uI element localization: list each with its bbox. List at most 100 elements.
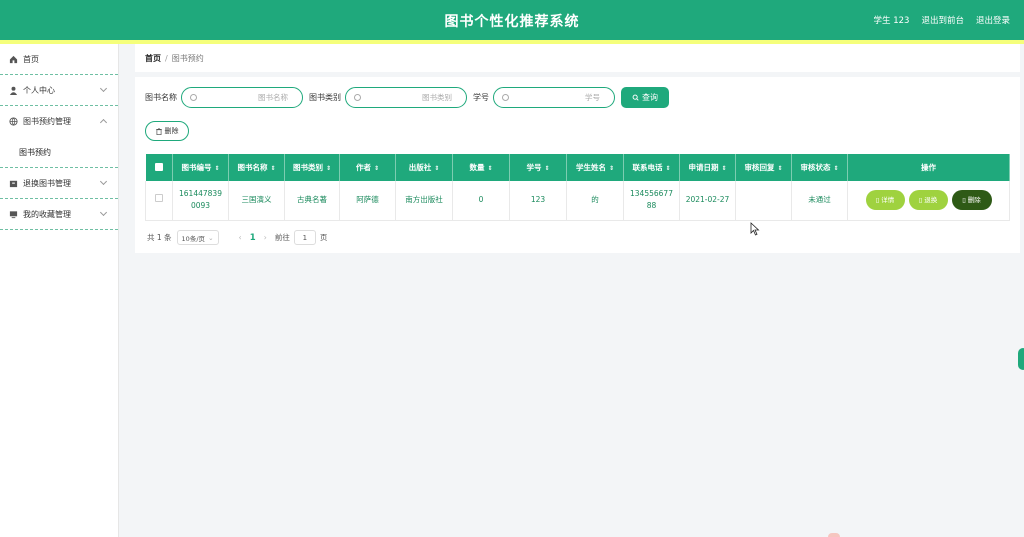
col-header[interactable]: 作者 ⇕ <box>339 154 396 181</box>
input-placeholder: 图书类别 <box>422 93 452 102</box>
col-header[interactable]: 审核状态 ⇕ <box>791 154 848 181</box>
select-all-checkbox[interactable] <box>145 154 173 181</box>
user-icon <box>9 86 18 95</box>
sort-icon: ⇕ <box>373 164 380 172</box>
pagination: 共 1 条 10条/页 ⌄ ‹ 1 › 前往 1 页 <box>147 230 327 245</box>
box-icon <box>9 179 18 188</box>
cell-review-reply <box>735 181 792 221</box>
current-user: 学生 123 <box>873 16 910 26</box>
input-placeholder: 学号 <box>585 93 600 102</box>
sidebar-item-label: 退换图书管理 <box>23 178 71 188</box>
sidebar-item-label: 首页 <box>23 54 39 64</box>
cell-quantity: 0 <box>452 181 510 221</box>
search-icon <box>502 94 509 101</box>
table-row: 1614478390093 三国演义 古典名著 阿萨德 南方出版社 0 123 … <box>145 181 1010 221</box>
doc-icon: ▯ <box>875 196 880 205</box>
sidebar-item-favorites-mgmt[interactable]: 我的收藏管理 <box>0 199 118 230</box>
goto-page-input[interactable]: 1 <box>293 230 316 245</box>
home-icon <box>9 55 18 64</box>
goto-label: 前往 <box>274 233 290 242</box>
cell-book-id: 1614478390093 <box>172 181 229 221</box>
cell-book-name: 三国演义 <box>228 181 285 221</box>
sort-icon: ⇕ <box>777 164 783 172</box>
sort-icon: ⇕ <box>270 164 276 172</box>
next-page-button[interactable]: › <box>264 233 267 242</box>
detail-button[interactable]: ▯ 详情 <box>865 190 905 211</box>
sidebar-item-returns-mgmt[interactable]: 退换图书管理 <box>0 168 118 199</box>
sidebar-item-profile[interactable]: 个人中心 <box>0 75 118 106</box>
col-header[interactable]: 学生姓名 ⇕ <box>566 154 624 181</box>
sidebar-item-reservation-mgmt[interactable]: 图书预约管理 <box>0 106 118 137</box>
sidebar: 首页 个人中心 图书预约管理 图书预约 退换图书管理 我的收藏管理 <box>0 44 119 537</box>
col-header[interactable]: 联系电话 ⇕ <box>623 154 680 181</box>
page-size-select[interactable]: 10条/页 ⌄ <box>176 230 219 245</box>
monitor-icon <box>9 210 18 219</box>
chevron-up-icon <box>99 118 108 127</box>
sidebar-item-home[interactable]: 首页 <box>0 44 118 75</box>
col-header[interactable]: 申请日期 ⇕ <box>679 154 736 181</box>
col-header[interactable]: 图书类别 ⇕ <box>284 154 340 181</box>
sort-icon: ⇕ <box>544 164 550 172</box>
cell-apply-date: 2021-02-27 <box>679 181 736 221</box>
batch-delete-label: 删除 <box>164 127 179 135</box>
col-header[interactable]: 审核回复 ⇕ <box>735 154 792 181</box>
sidebar-item-label: 我的收藏管理 <box>23 209 71 219</box>
input-placeholder: 图书名称 <box>258 93 288 102</box>
breadcrumb: 首页 / 图书预约 <box>135 44 1020 72</box>
current-page[interactable]: 1 <box>250 233 256 243</box>
cell-phone: 13455667788 <box>623 181 680 221</box>
breadcrumb-separator: / <box>165 53 168 63</box>
book-category-label: 图书类别 <box>309 93 341 102</box>
logout-link[interactable]: 退出登录 <box>976 14 1010 26</box>
prev-page-button[interactable]: ‹ <box>239 233 242 242</box>
row-checkbox[interactable] <box>145 181 173 221</box>
col-header[interactable]: 数量 ⇕ <box>452 154 510 181</box>
sort-icon: ⇕ <box>487 164 493 172</box>
search-icon <box>354 94 361 101</box>
cell-book-category: 古典名著 <box>284 181 340 221</box>
search-icon <box>190 94 197 101</box>
mouse-cursor-icon <box>750 222 760 236</box>
query-button-label: 查询 <box>642 93 658 102</box>
sidebar-item-label: 个人中心 <box>23 85 55 95</box>
header-actions: 学生 123 退出到前台 退出登录 <box>874 14 1010 26</box>
floating-widget[interactable] <box>1018 348 1024 370</box>
total-count: 共 1 条 <box>147 233 172 242</box>
student-id-input[interactable]: 学号 <box>493 87 615 108</box>
sort-icon: ⇕ <box>214 164 220 172</box>
col-header[interactable]: 学号 ⇕ <box>509 154 567 181</box>
col-header[interactable]: 出版社 ⇕ <box>395 154 453 181</box>
globe-icon <box>9 117 18 126</box>
cell-publisher: 南方出版社 <box>395 181 453 221</box>
col-header-actions: 操作 <box>847 154 1010 181</box>
chevron-down-icon <box>99 208 108 217</box>
col-header[interactable]: 图书名称 ⇕ <box>228 154 285 181</box>
front-link[interactable]: 退出到前台 <box>921 14 964 26</box>
cell-author: 阿萨德 <box>339 181 396 221</box>
book-category-input[interactable]: 图书类别 <box>345 87 467 108</box>
trash-icon: ▯ <box>962 196 966 205</box>
table-header-row: 图书编号 ⇕ 图书名称 ⇕ 图书类别 ⇕ 作者 ⇕ 出版社 ⇕ 数量 ⇕ 学号 ⇕ 学生姓名 ⇕… <box>145 154 1010 181</box>
doc-icon: ▯ <box>918 196 923 205</box>
breadcrumb-home[interactable]: 首页 <box>145 53 161 64</box>
query-button[interactable]: 查询 <box>621 87 669 108</box>
search-bar: 图书名称 图书名称 图书类别 图书类别 学号 学号 查询 <box>145 87 669 108</box>
floating-dot <box>828 533 840 537</box>
cell-student-id: 123 <box>509 181 567 221</box>
sort-icon: ⇕ <box>833 164 839 172</box>
book-name-input[interactable]: 图书名称 <box>181 87 303 108</box>
chevron-down-icon <box>99 84 108 93</box>
book-name-label: 图书名称 <box>145 93 177 102</box>
sort-icon: ⇕ <box>608 164 615 172</box>
chevron-down-icon <box>99 177 108 186</box>
sidebar-subitem-reservation[interactable]: 图书预约 <box>0 137 118 168</box>
page-unit-label: 页 <box>319 233 328 242</box>
sort-icon: ⇕ <box>721 164 727 172</box>
app-title: 图书个性化推荐系统 <box>444 14 580 30</box>
sidebar-item-label: 图书预约管理 <box>23 117 71 126</box>
batch-delete-button[interactable]: 删除 <box>145 121 189 141</box>
delete-button[interactable]: ▯ 删除 <box>951 190 992 211</box>
return-button[interactable]: ▯ 退换 <box>908 190 948 211</box>
main-panel: 图书名称 图书名称 图书类别 图书类别 学号 学号 查询 删除 图书编号 ⇕ 图… <box>135 77 1020 253</box>
col-header[interactable]: 图书编号 ⇕ <box>172 154 229 181</box>
